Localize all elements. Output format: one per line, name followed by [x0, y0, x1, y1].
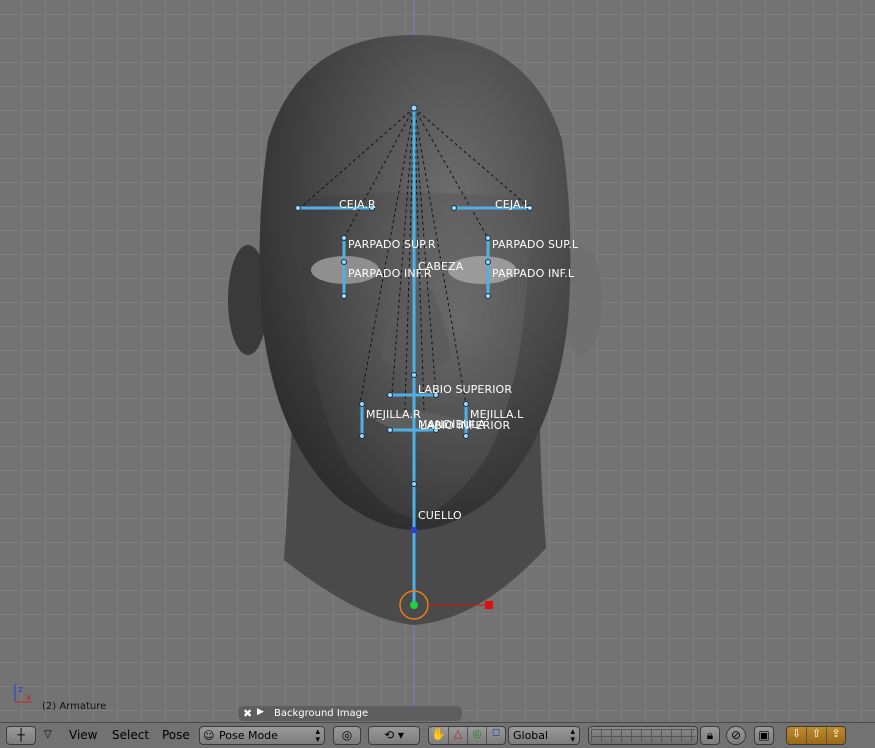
manipulator-group: ✋ △ ◎ ◻ [428, 726, 506, 745]
viewport-scene [228, 0, 602, 722]
bone-label-parpado-inf-r: PARPADO INF.R [348, 267, 432, 280]
bone-label-ceja-l: CEJA.L [495, 198, 531, 211]
viewport-header: ┼ ▽ View Select Pose ☺ Pose Mode ▴ ▾ ◎ ⟲ … [0, 722, 875, 748]
mode-dropdown-label: Pose Mode [219, 729, 278, 742]
paste-pose-icon[interactable]: ⇧ [807, 727, 827, 744]
armature-origin-dot[interactable] [410, 601, 418, 609]
bone-label-ceja-r: CEJA.R [339, 198, 376, 211]
svg-text:x: x [26, 693, 32, 703]
menu-pose[interactable]: Pose [162, 728, 190, 742]
bone-label-parpado-sup-l: PARPADO SUP.L [492, 238, 579, 251]
rotate-icon[interactable]: ◎ [468, 727, 487, 744]
view-axes-gizmo: z x [14, 684, 32, 703]
x-axis-handle-end[interactable] [485, 601, 493, 609]
pose-mode-icon: ☺ [203, 729, 215, 742]
scale-icon[interactable]: ◻ [487, 727, 505, 744]
3d-viewport[interactable]: CEJA.R CEJA.L PARPADO SUP.R PARPADO SUP.… [0, 0, 875, 722]
menu-select[interactable]: Select [112, 728, 149, 742]
bone-label-parpado-inf-l: PARPADO INF.L [492, 267, 575, 280]
pivot-dropdown[interactable]: ⟲ ▾ [368, 726, 420, 745]
draw-type-button[interactable]: ◎ [333, 726, 361, 745]
svg-text:z: z [18, 685, 23, 695]
pose-copy-paste-group: ⇩ ⇧ ⇪ [786, 726, 846, 745]
orientation-dropdown[interactable]: Global ▴ ▾ [508, 726, 580, 745]
dropdown-arrows-icon: ▴ ▾ [570, 727, 575, 745]
bone-label-labio-inferior: LABIO INFERIOR [420, 419, 511, 432]
orientation-label: Global [513, 729, 549, 742]
link-icon[interactable]: ⊘ [726, 726, 746, 745]
bone-label-parpado-sup-r: PARPADO SUP.R [348, 238, 436, 251]
bone-label-labio-superior: LABIO SUPERIOR [418, 383, 513, 396]
menu-view[interactable]: View [69, 728, 97, 742]
view-info-label: (2) Armature [42, 701, 107, 712]
render-preview-icon[interactable]: ▣ [754, 726, 774, 745]
paste-flipped-pose-icon[interactable]: ⇪ [827, 727, 845, 744]
hand-icon[interactable]: ✋ [429, 727, 449, 744]
copy-pose-icon[interactable]: ⇩ [787, 727, 807, 744]
background-image-panel[interactable]: ✖ ▶ Background Image [238, 706, 462, 721]
bone-label-cuello: CUELLO [418, 509, 462, 522]
x-icon[interactable]: ✖ [243, 707, 252, 720]
viewport-crosshair-icon[interactable]: ┼ [6, 726, 36, 745]
translate-icon[interactable]: △ [449, 727, 468, 744]
lock-icon[interactable]: 🔒︎ [700, 726, 720, 745]
dropdown-arrows-icon: ▴ ▾ [315, 727, 320, 745]
background-image-label: Background Image [274, 708, 369, 719]
mode-dropdown[interactable]: ☺ Pose Mode ▴ ▾ [199, 726, 325, 745]
selected-bone-marker [411, 527, 417, 533]
header-collapse-icon[interactable]: ▽ [44, 729, 52, 740]
triangle-right-icon[interactable]: ▶ [257, 707, 264, 717]
layer-buttons[interactable] [588, 726, 698, 745]
bone-label-mejilla-r: MEJILLA.R [366, 408, 421, 421]
